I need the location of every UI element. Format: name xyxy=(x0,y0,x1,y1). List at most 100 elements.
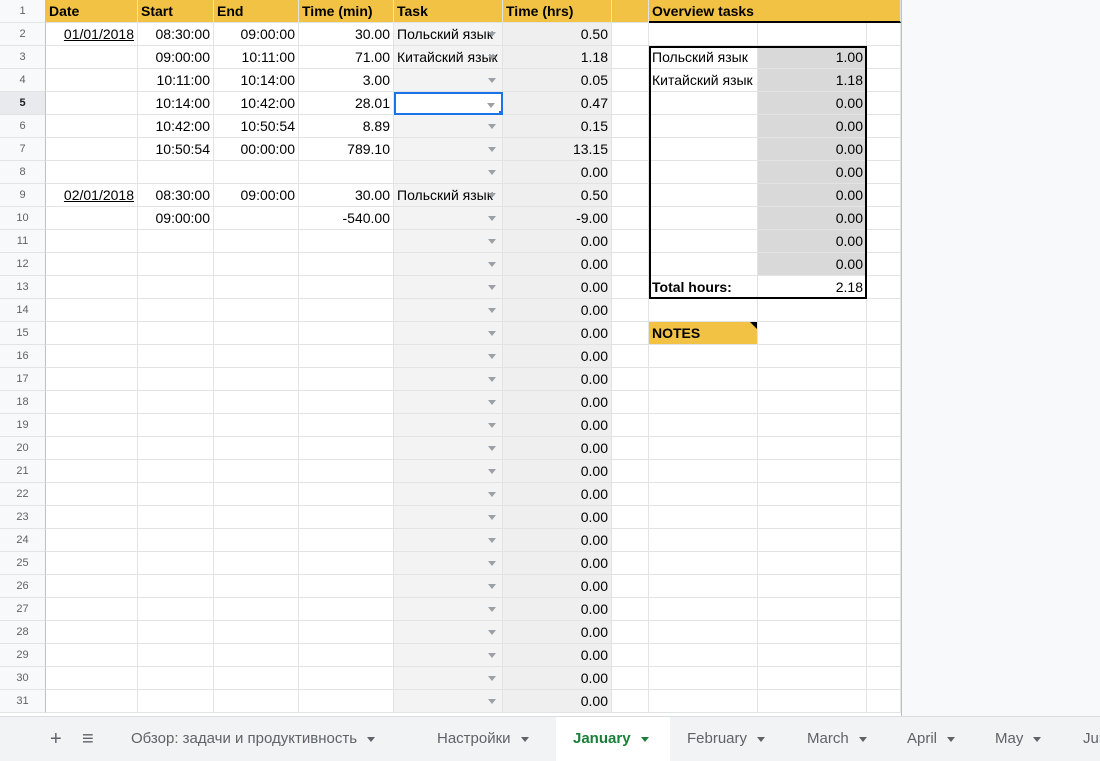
time-min-cell[interactable] xyxy=(299,575,394,598)
empty-cell[interactable] xyxy=(649,414,758,437)
dropdown-arrow-icon[interactable] xyxy=(488,239,496,244)
empty-cell[interactable] xyxy=(867,345,901,368)
task-dropdown-cell[interactable] xyxy=(394,207,503,230)
empty-cell[interactable] xyxy=(867,414,901,437)
dropdown-arrow-icon[interactable] xyxy=(488,170,496,175)
empty-cell[interactable] xyxy=(758,322,867,345)
task-dropdown-cell[interactable] xyxy=(394,276,503,299)
empty-cell[interactable] xyxy=(612,46,649,69)
empty-cell[interactable] xyxy=(649,598,758,621)
header-time-min[interactable]: Time (min) xyxy=(299,0,394,23)
date-cell[interactable] xyxy=(46,552,138,575)
task-dropdown-cell[interactable] xyxy=(394,506,503,529)
task-dropdown-cell[interactable] xyxy=(394,437,503,460)
row-header[interactable]: 12 xyxy=(0,253,46,276)
end-cell[interactable] xyxy=(214,391,299,414)
empty-cell[interactable] xyxy=(867,161,901,184)
time-min-cell[interactable] xyxy=(299,529,394,552)
header-time-hrs[interactable]: Time (hrs) xyxy=(503,0,612,23)
time-hrs-cell[interactable]: 0.00 xyxy=(503,644,612,667)
tab-menu-arrow-icon[interactable] xyxy=(367,736,376,742)
row-header[interactable]: 10 xyxy=(0,207,46,230)
notes-header[interactable]: NOTES xyxy=(649,322,758,345)
sheet-tab[interactable]: May xyxy=(978,717,1058,761)
empty-cell[interactable] xyxy=(867,368,901,391)
empty-cell[interactable] xyxy=(612,345,649,368)
empty-cell[interactable] xyxy=(612,138,649,161)
end-cell[interactable] xyxy=(214,529,299,552)
time-min-cell[interactable] xyxy=(299,506,394,529)
empty-cell[interactable] xyxy=(758,575,867,598)
date-cell[interactable] xyxy=(46,506,138,529)
end-cell[interactable] xyxy=(214,299,299,322)
empty-cell[interactable] xyxy=(612,161,649,184)
dropdown-arrow-icon[interactable] xyxy=(488,538,496,543)
time-hrs-cell[interactable]: 0.05 xyxy=(503,69,612,92)
empty-cell[interactable] xyxy=(867,322,901,345)
empty-cell[interactable] xyxy=(612,207,649,230)
tab-menu-arrow-icon[interactable] xyxy=(757,736,766,742)
dropdown-arrow-icon[interactable] xyxy=(488,515,496,520)
empty-cell[interactable] xyxy=(867,529,901,552)
task-dropdown-cell[interactable] xyxy=(394,230,503,253)
start-cell[interactable] xyxy=(138,299,214,322)
start-cell[interactable] xyxy=(138,667,214,690)
time-min-cell[interactable] xyxy=(299,460,394,483)
time-min-cell[interactable]: 28.01 xyxy=(299,92,394,115)
row-header[interactable]: 23 xyxy=(0,506,46,529)
end-cell[interactable] xyxy=(214,345,299,368)
date-cell[interactable] xyxy=(46,299,138,322)
task-dropdown-cell[interactable] xyxy=(394,138,503,161)
time-min-cell[interactable] xyxy=(299,161,394,184)
time-hrs-cell[interactable]: 0.00 xyxy=(503,690,612,713)
empty-cell[interactable] xyxy=(612,690,649,713)
dropdown-arrow-icon[interactable] xyxy=(488,124,496,129)
date-cell[interactable] xyxy=(46,207,138,230)
empty-cell[interactable] xyxy=(867,253,901,276)
empty-cell[interactable] xyxy=(758,437,867,460)
time-hrs-cell[interactable]: 0.00 xyxy=(503,161,612,184)
dropdown-arrow-icon[interactable] xyxy=(488,676,496,681)
time-hrs-cell[interactable]: 0.00 xyxy=(503,529,612,552)
start-cell[interactable] xyxy=(138,690,214,713)
time-hrs-cell[interactable]: 0.50 xyxy=(503,23,612,46)
empty-cell[interactable] xyxy=(649,23,758,46)
dropdown-arrow-icon[interactable] xyxy=(488,469,496,474)
start-cell[interactable] xyxy=(138,529,214,552)
time-min-cell[interactable] xyxy=(299,368,394,391)
end-cell[interactable]: 10:14:00 xyxy=(214,69,299,92)
empty-cell[interactable] xyxy=(867,138,901,161)
start-cell[interactable] xyxy=(138,322,214,345)
empty-cell[interactable] xyxy=(649,483,758,506)
date-cell[interactable] xyxy=(46,391,138,414)
empty-cell[interactable] xyxy=(758,391,867,414)
empty-cell[interactable] xyxy=(649,345,758,368)
start-cell[interactable] xyxy=(138,391,214,414)
empty-cell[interactable] xyxy=(612,529,649,552)
time-hrs-cell[interactable]: 0.00 xyxy=(503,483,612,506)
date-cell[interactable] xyxy=(46,345,138,368)
start-cell[interactable] xyxy=(138,276,214,299)
time-hrs-cell[interactable]: 0.47 xyxy=(503,92,612,115)
empty-cell[interactable] xyxy=(649,368,758,391)
empty-cell[interactable] xyxy=(867,299,901,322)
empty-cell[interactable] xyxy=(867,46,901,69)
end-cell[interactable]: 10:50:54 xyxy=(214,115,299,138)
task-dropdown-cell[interactable] xyxy=(394,299,503,322)
empty-cell[interactable] xyxy=(612,598,649,621)
dropdown-arrow-icon[interactable] xyxy=(488,193,496,198)
dropdown-arrow-icon[interactable] xyxy=(488,446,496,451)
end-cell[interactable]: 09:00:00 xyxy=(214,184,299,207)
date-cell[interactable] xyxy=(46,230,138,253)
empty-cell[interactable] xyxy=(758,414,867,437)
dropdown-arrow-icon[interactable] xyxy=(488,262,496,267)
row-header[interactable]: 13 xyxy=(0,276,46,299)
task-dropdown-cell[interactable] xyxy=(394,575,503,598)
end-cell[interactable] xyxy=(214,667,299,690)
end-cell[interactable] xyxy=(214,437,299,460)
date-cell[interactable] xyxy=(46,161,138,184)
end-cell[interactable]: 10:42:00 xyxy=(214,92,299,115)
end-cell[interactable] xyxy=(214,552,299,575)
row-header[interactable]: 27 xyxy=(0,598,46,621)
task-dropdown-cell[interactable]: Китайский язык xyxy=(394,46,503,69)
